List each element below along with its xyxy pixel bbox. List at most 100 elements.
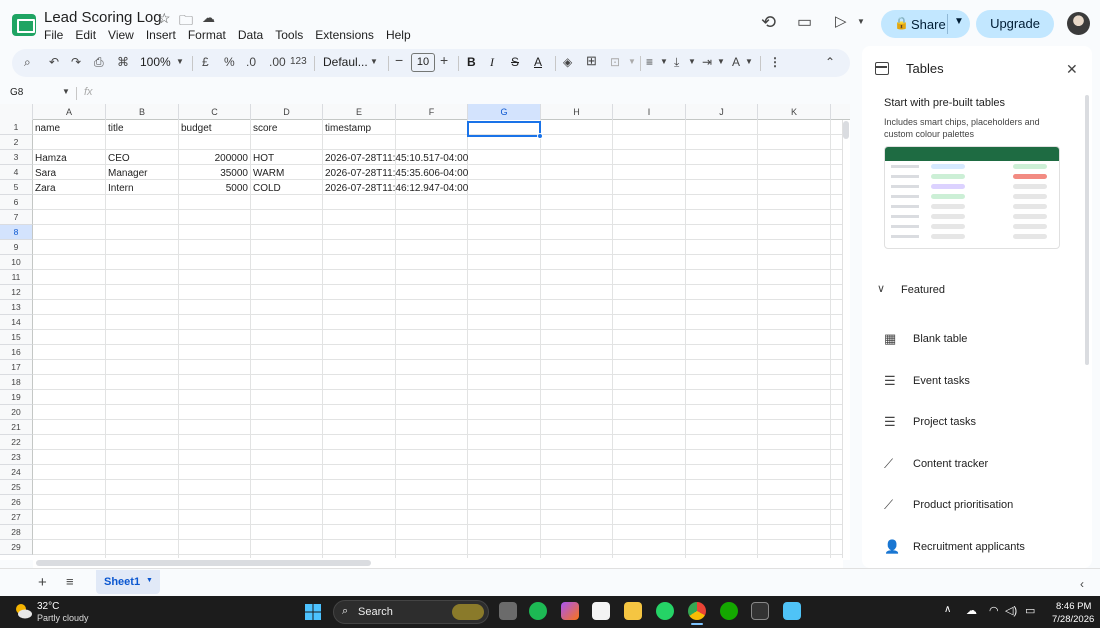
select-all-corner[interactable] — [0, 104, 33, 120]
halign-dropdown-icon[interactable]: ▼ — [660, 57, 668, 66]
weather-condition[interactable]: Partly cloudy — [37, 613, 89, 623]
row-header-29[interactable]: 29 — [0, 540, 33, 555]
wifi-icon[interactable]: ◠ — [989, 604, 999, 617]
row-header-5[interactable]: 5 — [0, 180, 33, 195]
cell-c1[interactable]: budget — [181, 121, 212, 136]
menu-help[interactable]: Help — [386, 28, 411, 42]
menu-file[interactable]: File — [44, 28, 63, 42]
row-header-6[interactable]: 6 — [0, 195, 33, 210]
cell-d5[interactable]: COLD — [253, 181, 281, 196]
volume-icon[interactable]: ◁) — [1005, 604, 1017, 617]
featured-section-label[interactable]: Featured — [901, 284, 945, 296]
notepad-icon[interactable] — [783, 602, 801, 620]
row-header-4[interactable]: 4 — [0, 165, 33, 180]
sheets-logo[interactable] — [12, 14, 36, 36]
print-icon[interactable]: ⎙ — [94, 55, 104, 70]
close-icon[interactable]: ✕ — [1066, 61, 1078, 78]
italic-button[interactable]: I — [490, 55, 494, 70]
upgrade-button[interactable]: Upgrade — [976, 10, 1054, 38]
undo-icon[interactable]: ↶ — [49, 55, 59, 69]
spotify-icon[interactable] — [529, 602, 547, 620]
merge-cells-icon[interactable]: ⊡ — [610, 55, 620, 69]
text-rotation-icon[interactable]: A — [732, 55, 740, 69]
column-header-a[interactable]: A — [33, 104, 106, 120]
row-header-24[interactable]: 24 — [0, 465, 33, 480]
row-header-11[interactable]: 11 — [0, 270, 33, 285]
cell-d4[interactable]: WARM — [253, 166, 284, 181]
spreadsheet-grid[interactable]: A B C D E F G H I J K 1 2 3 4 5 6 7 8 9 10 11 12 13 1… — [0, 104, 850, 560]
clock-date[interactable]: 7/28/2026 — [1052, 614, 1094, 625]
currency-format-button[interactable]: £ — [202, 55, 209, 69]
cell-a5[interactable]: Zara — [35, 181, 56, 196]
cell-e1[interactable]: timestamp — [325, 121, 371, 136]
more-options-icon[interactable]: ⋮ — [769, 55, 781, 69]
upwork-icon[interactable] — [720, 602, 738, 620]
share-button[interactable]: 🔒 Share ▼ — [881, 10, 970, 38]
vertical-align-icon[interactable]: ⤓ — [674, 55, 679, 70]
fill-handle[interactable] — [537, 133, 543, 139]
windows-start-icon[interactable] — [304, 603, 322, 621]
menu-extensions[interactable]: Extensions — [315, 28, 374, 42]
cell-a3[interactable]: Hamza — [35, 151, 67, 166]
row-header-23[interactable]: 23 — [0, 450, 33, 465]
valign-dropdown-icon[interactable]: ▼ — [688, 57, 696, 66]
collapse-toolbar-icon[interactable]: ⌃ — [825, 55, 835, 69]
row-header-7[interactable]: 7 — [0, 210, 33, 225]
column-header-g[interactable]: G — [468, 104, 541, 120]
strikethrough-icon[interactable]: S — [511, 55, 519, 69]
formula-input[interactable] — [104, 86, 844, 100]
column-header-e[interactable]: E — [323, 104, 396, 120]
menu-view[interactable]: View — [108, 28, 134, 42]
column-header-f[interactable]: F — [396, 104, 468, 120]
number-format-button[interactable]: 123 — [290, 56, 307, 67]
paint-format-icon[interactable]: ⌘ — [117, 55, 129, 69]
row-header-27[interactable]: 27 — [0, 510, 33, 525]
wrap-dropdown-icon[interactable]: ▼ — [717, 57, 725, 66]
avatar[interactable] — [1067, 12, 1090, 35]
sheet-tab-dropdown-icon[interactable]: ▼ — [146, 577, 153, 584]
row-header-13[interactable]: 13 — [0, 300, 33, 315]
text-color-button[interactable]: A — [534, 55, 542, 69]
cell-a1[interactable]: name — [35, 121, 60, 136]
fill-color-icon[interactable]: ◈ — [563, 55, 572, 69]
row-header-17[interactable]: 17 — [0, 360, 33, 375]
row-header-20[interactable]: 20 — [0, 405, 33, 420]
store-icon[interactable] — [592, 602, 610, 620]
meet-icon[interactable]: ▷ — [835, 12, 847, 30]
cell-c3[interactable]: 200000 — [179, 151, 248, 166]
vertical-scroll-thumb[interactable] — [843, 121, 849, 139]
row-header-28[interactable]: 28 — [0, 525, 33, 540]
vertical-scrollbar[interactable] — [842, 120, 850, 560]
name-box-dropdown-icon[interactable]: ▼ — [62, 87, 70, 96]
row-header-9[interactable]: 9 — [0, 240, 33, 255]
rotation-dropdown-icon[interactable]: ▼ — [745, 57, 753, 66]
row-header-16[interactable]: 16 — [0, 345, 33, 360]
row-header-12[interactable]: 12 — [0, 285, 33, 300]
all-sheets-icon[interactable]: ≡ — [66, 574, 74, 589]
column-header-b[interactable]: B — [106, 104, 179, 120]
version-history-icon[interactable]: ⟲ — [761, 12, 776, 33]
bold-button[interactable]: B — [467, 55, 476, 69]
column-header-c[interactable]: C — [179, 104, 251, 120]
name-box[interactable]: G8 ▼ — [0, 84, 76, 101]
share-dropdown-icon[interactable]: ▼ — [954, 16, 964, 27]
cell-c5[interactable]: 5000 — [179, 181, 248, 196]
weather-temperature[interactable]: 32°C — [37, 601, 59, 612]
menu-tools[interactable]: Tools — [275, 28, 303, 42]
cell-d3[interactable]: HOT — [253, 151, 274, 166]
document-title[interactable]: Lead Scoring Log — [44, 9, 162, 26]
decrease-decimal-button[interactable]: .0 — [246, 55, 256, 69]
column-header-h[interactable]: H — [541, 104, 613, 120]
battery-icon[interactable]: ▭ — [1025, 604, 1035, 617]
whatsapp-icon[interactable] — [656, 602, 674, 620]
text-wrap-icon[interactable]: ⇥ — [702, 55, 712, 69]
onedrive-icon[interactable]: ☁ — [966, 604, 977, 617]
cell-b3[interactable]: CEO — [108, 151, 130, 166]
row-header-8[interactable]: 8 — [0, 225, 33, 240]
row-header-25[interactable]: 25 — [0, 480, 33, 495]
row-header-14[interactable]: 14 — [0, 315, 33, 330]
cell-b4[interactable]: Manager — [108, 166, 147, 181]
clock-time[interactable]: 8:46 PM — [1056, 601, 1091, 612]
row-header-10[interactable]: 10 — [0, 255, 33, 270]
selected-cell-g8[interactable] — [467, 121, 541, 137]
